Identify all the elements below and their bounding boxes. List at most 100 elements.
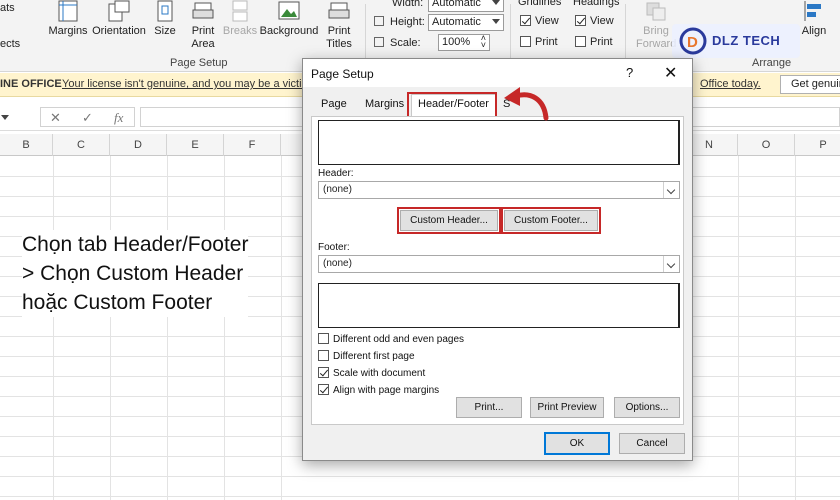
height-icon xyxy=(374,16,384,26)
width-row: Width: xyxy=(374,0,423,9)
column-header-f[interactable]: F xyxy=(224,134,281,156)
column-header-o[interactable]: O xyxy=(738,134,795,156)
orientation-icon xyxy=(108,0,130,22)
ribbon-left-label-1: ats xyxy=(0,2,15,14)
print-titles-icon xyxy=(328,2,350,19)
size-button[interactable]: Size xyxy=(150,0,180,38)
chevron-down-icon xyxy=(663,182,679,198)
license-message-link[interactable]: Your license isn't genuine, and you may … xyxy=(62,78,311,90)
column-header-d[interactable]: D xyxy=(110,134,167,156)
align-with-margins-checkbox[interactable]: Align with page margins xyxy=(318,384,439,396)
column-header-c[interactable]: C xyxy=(53,134,110,156)
align-label: Align xyxy=(801,25,827,37)
annotation-line-3: hoặc Custom Footer xyxy=(22,291,213,314)
check-icon[interactable]: ✓ xyxy=(82,110,93,126)
custom-header-button[interactable]: Custom Header... xyxy=(397,207,501,234)
scale-row: Scale: xyxy=(374,37,421,49)
red-pointer-arrow-icon xyxy=(504,87,549,121)
breaks-icon xyxy=(232,0,248,22)
size-label: Size xyxy=(154,25,176,37)
orientation-button[interactable]: Orientation xyxy=(90,0,148,38)
checkbox-icon xyxy=(520,36,531,47)
background-icon xyxy=(278,1,300,20)
custom-footer-button[interactable]: Custom Footer... xyxy=(501,207,601,234)
width-label: Width: xyxy=(392,0,424,9)
margins-button[interactable]: Margins xyxy=(46,0,90,38)
page-setup-group-label: Page Setup xyxy=(170,57,228,69)
headings-print-checkbox[interactable]: Print xyxy=(575,36,613,48)
scale-value: 100% xyxy=(442,36,471,48)
margins-icon xyxy=(58,0,78,22)
fx-icon[interactable]: fx xyxy=(114,110,123,126)
header-preview xyxy=(318,120,680,165)
bring-forward-button[interactable]: Bring Forward xyxy=(636,0,676,51)
footer-label: Footer: xyxy=(318,242,350,253)
print-titles-button[interactable]: Print Titles xyxy=(322,0,356,51)
options-button[interactable]: Options... xyxy=(614,397,680,418)
footer-dropdown[interactable]: (none) xyxy=(318,255,680,273)
license-title: INE OFFICE xyxy=(0,78,62,90)
gridlines-print-label: Print xyxy=(535,36,558,48)
print-titles-label-1: Print xyxy=(327,25,351,37)
height-label: Height: xyxy=(390,16,425,28)
get-genuine-button[interactable]: Get genuine xyxy=(780,75,840,94)
close-icon[interactable]: ✕ xyxy=(50,110,61,126)
gridlines-print-checkbox[interactable]: Print xyxy=(520,36,558,48)
column-header-b[interactable]: B xyxy=(0,134,53,156)
column-header-e[interactable]: E xyxy=(167,134,224,156)
name-box-dropdown[interactable] xyxy=(0,107,12,127)
print-area-button[interactable]: Print Area xyxy=(185,0,221,51)
height-row: Height: xyxy=(374,16,425,28)
dialog-title: Page Setup xyxy=(311,67,374,81)
chevron-down-icon xyxy=(1,115,9,120)
print-area-label-2: Area xyxy=(191,38,215,50)
footer-value: (none) xyxy=(323,258,352,269)
footer-preview xyxy=(318,283,680,328)
column-header-p[interactable]: P xyxy=(795,134,840,156)
headings-view-label: View xyxy=(590,15,614,27)
arrange-group-label: Arrange xyxy=(752,57,792,69)
dialog-titlebar[interactable]: Page Setup ? ✕ xyxy=(303,59,692,87)
header-dropdown[interactable]: (none) xyxy=(318,181,680,199)
chevron-down-icon xyxy=(492,19,500,24)
ok-button[interactable]: OK xyxy=(544,432,610,455)
print-preview-button[interactable]: Print Preview xyxy=(530,397,604,418)
checkbox-checked-icon xyxy=(318,384,329,395)
cancel-button[interactable]: Cancel xyxy=(619,433,685,454)
scale-spinner[interactable]: 100% ˄ ˅ xyxy=(438,34,490,51)
spinner-icon: ˄ ˅ xyxy=(480,33,486,50)
close-icon[interactable]: ✕ xyxy=(664,63,677,83)
align-button[interactable]: Align xyxy=(798,0,830,38)
different-odd-even-checkbox[interactable]: Different odd and even pages xyxy=(318,333,464,345)
tab-margins[interactable]: Margins xyxy=(365,98,404,110)
bring-forward-label-2: Forward xyxy=(636,38,677,50)
license-message-end[interactable]: Office today. xyxy=(700,78,761,90)
page-setup-dialog: Page Setup ? ✕ Page Margins Header/Foote… xyxy=(302,58,693,461)
chevron-down-icon xyxy=(663,256,679,272)
help-icon[interactable]: ? xyxy=(626,65,633,80)
background-button[interactable]: Background xyxy=(259,0,319,38)
print-area-icon xyxy=(192,2,214,19)
height-dropdown[interactable]: Automatic xyxy=(428,14,504,31)
header-footer-panel: Header: (none) Custom Header... Custom F… xyxy=(311,116,684,425)
gridlines-view-checkbox[interactable]: View xyxy=(520,15,559,27)
different-odd-even-label: Different odd and even pages xyxy=(333,334,465,345)
checkbox-icon xyxy=(318,333,329,344)
gridlines-view-label: View xyxy=(535,15,559,27)
bring-forward-icon xyxy=(646,2,666,21)
watermark-text: DLZ TECH xyxy=(712,33,781,48)
width-dropdown[interactable]: Automatic xyxy=(428,0,504,12)
headings-view-checkbox[interactable]: View xyxy=(575,15,614,27)
tab-page[interactable]: Page xyxy=(321,98,347,110)
height-value: Automatic xyxy=(432,16,481,28)
size-icon xyxy=(157,0,173,22)
tab-highlight-box xyxy=(407,92,497,118)
different-first-page-checkbox[interactable]: Different first page xyxy=(318,350,415,362)
annotation-line-2: > Chọn Custom Header xyxy=(22,262,244,285)
scale-with-document-checkbox[interactable]: Scale with document xyxy=(318,367,425,379)
margins-label: Margins xyxy=(48,25,88,37)
breaks-button[interactable]: Breaks xyxy=(222,0,258,38)
print-button[interactable]: Print... xyxy=(456,397,522,418)
header-value: (none) xyxy=(323,184,352,195)
align-with-margins-label: Align with page margins xyxy=(333,385,440,396)
